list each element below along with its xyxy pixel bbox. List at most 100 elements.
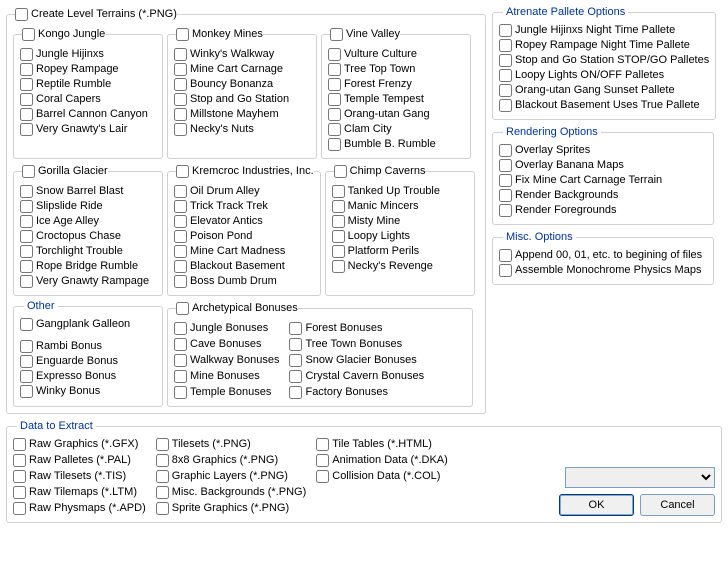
- level-mine-cart-madness-check[interactable]: Mine Cart Madness: [174, 244, 314, 258]
- level-bumble-b-rumble-check[interactable]: Bumble B. Rumble: [328, 137, 464, 151]
- render-render-backgrounds-check[interactable]: Render Backgrounds: [499, 188, 707, 202]
- bonus-factory-bonuses-check[interactable]: Factory Bonuses: [289, 385, 424, 399]
- palette-jungle-hijinxs-night-time-pallete-check[interactable]: Jungle Hijinxs Night Time Pallete: [499, 23, 709, 37]
- extract-collision-data-col-check[interactable]: Collision Data (*.COL): [316, 469, 448, 483]
- render-fix-mine-cart-carnage-terrain-check[interactable]: Fix Mine Cart Carnage Terrain: [499, 173, 707, 187]
- world-kongo-jungle-check[interactable]: Kongo Jungle: [22, 27, 105, 41]
- world-chimp-caverns-check[interactable]: Chimp Caverns: [334, 164, 426, 178]
- level-mine-cart-carnage-check[interactable]: Mine Cart Carnage: [174, 62, 310, 76]
- level-stop-and-go-station-check[interactable]: Stop and Go Station: [174, 92, 310, 106]
- level-ropey-rampage-check[interactable]: Ropey Rampage: [20, 62, 156, 76]
- level-winky-bonus-check[interactable]: Winky Bonus: [20, 384, 156, 398]
- extract-sprite-graphics-png-check[interactable]: Sprite Graphics (*.PNG): [156, 501, 306, 515]
- level-reptile-rumble-check[interactable]: Reptile Rumble: [20, 77, 156, 91]
- level-orang-utan-gang-check[interactable]: Orang-utan Gang: [328, 107, 464, 121]
- extract-raw-palletes-pal-check[interactable]: Raw Palletes (*.PAL): [13, 453, 146, 467]
- render-overlay-sprites-check[interactable]: Overlay Sprites: [499, 143, 707, 157]
- rendering-options-group: Rendering Options Overlay SpritesOverlay…: [492, 126, 714, 225]
- level-necky-s-revenge-check[interactable]: Necky's Revenge: [332, 259, 468, 273]
- extract-raw-physmaps-apd-check[interactable]: Raw Physmaps (*.APD): [13, 501, 146, 515]
- render-render-foregrounds-check[interactable]: Render Foregrounds: [499, 203, 707, 217]
- level-misty-mine-check[interactable]: Misty Mine: [332, 214, 468, 228]
- misc-assemble-monochrome-physics-maps-check[interactable]: Assemble Monochrome Physics Maps: [499, 263, 707, 277]
- level-tree-top-town-check[interactable]: Tree Top Town: [328, 62, 464, 76]
- level-clam-city-label: Clam City: [344, 122, 392, 136]
- world-vine-valley-check[interactable]: Vine Valley: [330, 27, 400, 41]
- cancel-button[interactable]: Cancel: [640, 494, 715, 516]
- level-boss-dumb-drum-check[interactable]: Boss Dumb Drum: [174, 274, 314, 288]
- other-group: OtherGangplank GalleonRambi BonusEnguard…: [13, 300, 163, 407]
- level-millstone-mayhem-check[interactable]: Millstone Mayhem: [174, 107, 310, 121]
- bonus-cave-bonuses-check[interactable]: Cave Bonuses: [174, 337, 279, 351]
- bonus-walkway-bonuses-check[interactable]: Walkway Bonuses: [174, 353, 279, 367]
- level-winky-s-walkway-check[interactable]: Winky's Walkway: [174, 47, 310, 61]
- level-barrel-cannon-canyon-check[interactable]: Barrel Cannon Canyon: [20, 107, 156, 121]
- level-forest-frenzy-check[interactable]: Forest Frenzy: [328, 77, 464, 91]
- bonus-mine-bonuses-check[interactable]: Mine Bonuses: [174, 369, 279, 383]
- palette-stop-and-go-station-stop-go-palletes-check[interactable]: Stop and Go Station STOP/GO Palletes: [499, 53, 709, 67]
- level-bouncy-bonanza-check[interactable]: Bouncy Bonanza: [174, 77, 310, 91]
- level-ice-age-alley-check[interactable]: Ice Age Alley: [20, 214, 156, 228]
- render-overlay-banana-maps-check[interactable]: Overlay Banana Maps: [499, 158, 707, 172]
- level-oil-drum-alley-label: Oil Drum Alley: [190, 184, 260, 198]
- level-blackout-basement-check[interactable]: Blackout Basement: [174, 259, 314, 273]
- misc-append-00-01-etc-to-begining-of-files-check[interactable]: Append 00, 01, etc. to begining of files: [499, 248, 707, 262]
- palette-blackout-basement-uses-true-pallete-check[interactable]: Blackout Basement Uses True Pallete: [499, 98, 709, 112]
- output-combo[interactable]: [565, 467, 715, 488]
- level-manic-mincers-check[interactable]: Manic Mincers: [332, 199, 468, 213]
- level-tree-top-town-label: Tree Top Town: [344, 62, 415, 76]
- bonus-jungle-bonuses-check[interactable]: Jungle Bonuses: [174, 321, 279, 335]
- level-very-gnawty-s-lair-check[interactable]: Very Gnawty's Lair: [20, 122, 156, 136]
- level-oil-drum-alley-check[interactable]: Oil Drum Alley: [174, 184, 314, 198]
- extract-tile-tables-html-check[interactable]: Tile Tables (*.HTML): [316, 437, 448, 451]
- bonus-jungle-bonuses-label: Jungle Bonuses: [190, 321, 268, 335]
- extract-8x8-graphics-png-check[interactable]: 8x8 Graphics (*.PNG): [156, 453, 306, 467]
- extract-raw-graphics-gfx-check[interactable]: Raw Graphics (*.GFX): [13, 437, 146, 451]
- bonuses-check[interactable]: Archetypical Bonuses: [176, 301, 298, 315]
- level-necky-s-nuts-check[interactable]: Necky's Nuts: [174, 122, 310, 136]
- level-rope-bridge-rumble-check[interactable]: Rope Bridge Rumble: [20, 259, 156, 273]
- level-loopy-lights-check[interactable]: Loopy Lights: [332, 229, 468, 243]
- level-torchlight-trouble-check[interactable]: Torchlight Trouble: [20, 244, 156, 258]
- world-monkey-mines-check[interactable]: Monkey Mines: [176, 27, 263, 41]
- level-poison-pond-check[interactable]: Poison Pond: [174, 229, 314, 243]
- ok-button[interactable]: OK: [559, 494, 634, 516]
- level-platform-perils-check[interactable]: Platform Perils: [332, 244, 468, 258]
- bonus-temple-bonuses-check[interactable]: Temple Bonuses: [174, 385, 279, 399]
- extract-raw-tilemaps-ltm-check[interactable]: Raw Tilemaps (*.LTM): [13, 485, 146, 499]
- misc-options-group: Misc. Options Append 00, 01, etc. to beg…: [492, 231, 714, 285]
- level-snow-barrel-blast-check[interactable]: Snow Barrel Blast: [20, 184, 156, 198]
- bonus-snow-glacier-bonuses-check[interactable]: Snow Glacier Bonuses: [289, 353, 424, 367]
- palette-orang-utan-gang-sunset-pallete-check[interactable]: Orang-utan Gang Sunset Pallete: [499, 83, 709, 97]
- level-ropey-rampage-label: Ropey Rampage: [36, 62, 119, 76]
- bonus-forest-bonuses-check[interactable]: Forest Bonuses: [289, 321, 424, 335]
- palette-ropey-rampage-night-time-pallete-check[interactable]: Ropey Rampage Night Time Pallete: [499, 38, 709, 52]
- extract-raw-tilesets-tis-check[interactable]: Raw Tilesets (*.TIS): [13, 469, 146, 483]
- extract-misc-backgrounds-png-check[interactable]: Misc. Backgrounds (*.PNG): [156, 485, 306, 499]
- level-slipslide-ride-check[interactable]: Slipslide Ride: [20, 199, 156, 213]
- extract-tilesets-png-check[interactable]: Tilesets (*.PNG): [156, 437, 306, 451]
- level-expresso-bonus-check[interactable]: Expresso Bonus: [20, 369, 156, 383]
- world-kremcroc-industries-inc-check[interactable]: Kremcroc Industries, Inc.: [176, 164, 314, 178]
- level-croctopus-chase-check[interactable]: Croctopus Chase: [20, 229, 156, 243]
- bonus-crystal-cavern-bonuses-check[interactable]: Crystal Cavern Bonuses: [289, 369, 424, 383]
- world-gorilla-glacier-check[interactable]: Gorilla Glacier: [22, 164, 108, 178]
- level-coral-capers-check[interactable]: Coral Capers: [20, 92, 156, 106]
- palette-loopy-lights-on-off-palletes-check[interactable]: Loopy Lights ON/OFF Palletes: [499, 68, 709, 82]
- level-enguarde-bonus-check[interactable]: Enguarde Bonus: [20, 354, 156, 368]
- level-rambi-bonus-check[interactable]: Rambi Bonus: [20, 339, 156, 353]
- level-elevator-antics-check[interactable]: Elevator Antics: [174, 214, 314, 228]
- create-level-terrains-check[interactable]: Create Level Terrains (*.PNG): [15, 7, 177, 21]
- extract-animation-data-dka-check[interactable]: Animation Data (*.DKA): [316, 453, 448, 467]
- extract-graphic-layers-png-check[interactable]: Graphic Layers (*.PNG): [156, 469, 306, 483]
- bonus-tree-town-bonuses-check[interactable]: Tree Town Bonuses: [289, 337, 424, 351]
- level-vulture-culture-check[interactable]: Vulture Culture: [328, 47, 464, 61]
- level-jungle-hijinxs-check[interactable]: Jungle Hijinxs: [20, 47, 156, 61]
- level-mine-cart-madness-label: Mine Cart Madness: [190, 244, 285, 258]
- level-tanked-up-trouble-check[interactable]: Tanked Up Trouble: [332, 184, 468, 198]
- level-temple-tempest-check[interactable]: Temple Tempest: [328, 92, 464, 106]
- level-trick-track-trek-check[interactable]: Trick Track Trek: [174, 199, 314, 213]
- level-clam-city-check[interactable]: Clam City: [328, 122, 464, 136]
- level-very-gnawty-rampage-check[interactable]: Very Gnawty Rampage: [20, 274, 156, 288]
- level-gangplank-galleon-check[interactable]: Gangplank Galleon: [20, 317, 156, 331]
